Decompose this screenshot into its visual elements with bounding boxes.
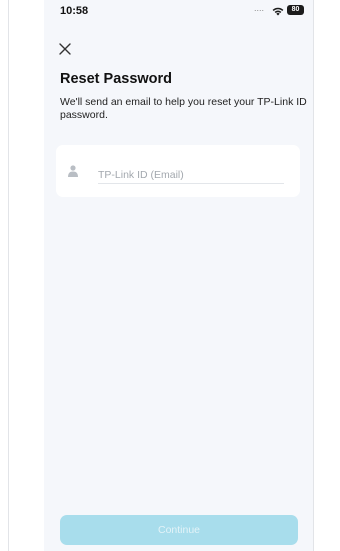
user-icon (68, 165, 78, 177)
continue-button[interactable]: Continue (60, 515, 298, 545)
page-description: We'll send an email to help you reset yo… (60, 96, 307, 121)
signal-icon: .... (254, 3, 265, 13)
email-field[interactable] (98, 167, 284, 184)
wifi-icon (272, 7, 284, 16)
status-time: 10:58 (60, 5, 89, 17)
frame-right-border (313, 0, 314, 551)
phone-screen: 10:58 .... 80 Reset Password We'll send … (44, 0, 313, 551)
battery-icon: 80 (287, 5, 304, 15)
status-bar: 10:58 .... 80 (44, 0, 313, 22)
frame-left-border (8, 0, 9, 551)
page-title: Reset Password (60, 71, 173, 87)
email-input-card (56, 145, 300, 197)
close-icon[interactable] (58, 42, 72, 56)
